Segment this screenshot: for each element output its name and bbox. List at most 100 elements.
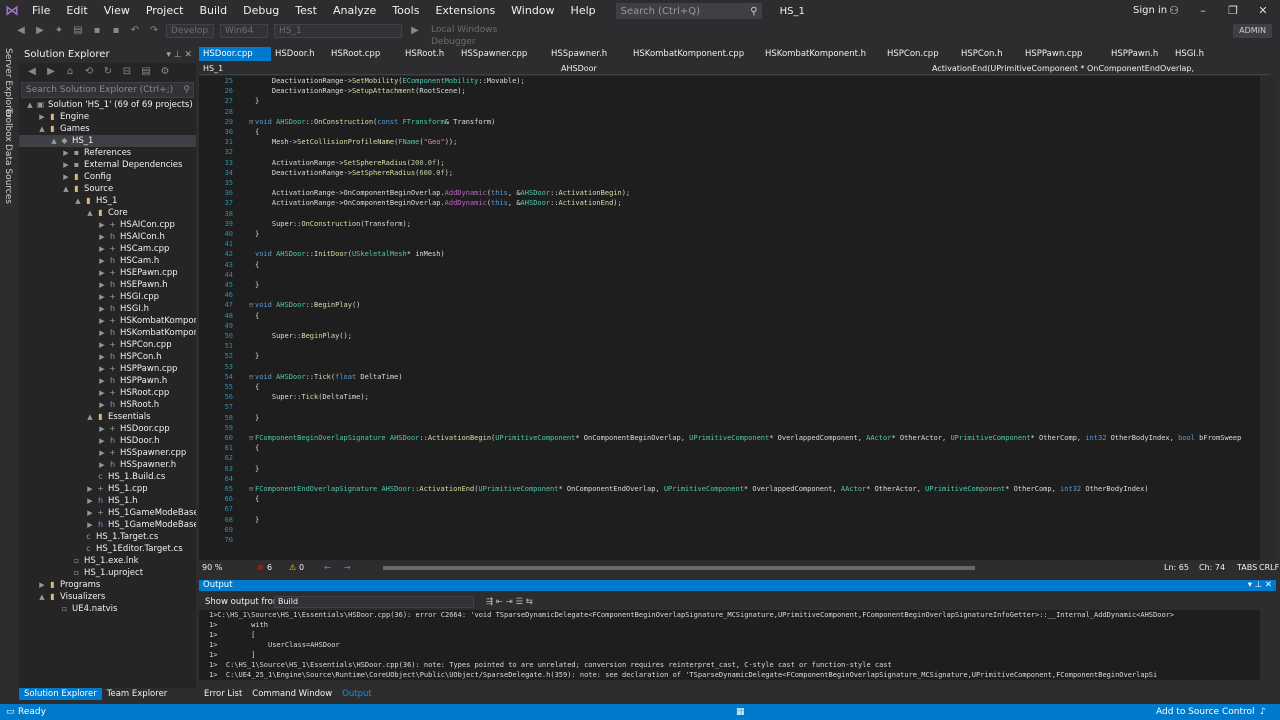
tree-item[interactable]: ▲ ▮ Essentials [19,411,196,423]
tab-solution-explorer[interactable]: Solution Explorer [19,688,102,700]
tree-expander-icon[interactable]: ▶ [97,423,107,435]
data-sources-tab[interactable]: Data Sources [3,144,13,204]
code-editor[interactable]: 25 DeactivationRange->SetMobility(ECompo… [199,76,1260,560]
tab-hsdoor-cpp[interactable]: HSDoor.cpp [199,47,271,61]
tabs-indicator[interactable]: TABS [1237,562,1257,574]
tree-item[interactable]: ▲ ▮ Core [19,207,196,219]
output-source-dropdown[interactable]: Build [274,596,474,608]
tree-expander-icon[interactable]: ▶ [85,519,95,531]
debugger-button[interactable]: Local Windows Debugger [427,24,527,47]
se-collapse-icon[interactable]: ⊟ [120,65,134,79]
tree-item[interactable]: ▶ h HS_1.h [19,495,196,507]
menu-window[interactable]: Window [503,0,562,22]
menu-edit[interactable]: Edit [58,0,95,22]
tree-expander-icon[interactable]: ▶ [37,111,47,123]
se-forward-icon[interactable]: ▶ [44,65,58,79]
tree-expander-icon[interactable]: ▶ [61,171,71,183]
tree-item[interactable]: ▶ + HSCam.cpp [19,243,196,255]
tree-item[interactable]: ▶ + HS_1.cpp [19,483,196,495]
tab-hsppawn-h[interactable]: HSPPawn.h [1107,47,1171,61]
tree-expander-icon[interactable]: ▶ [85,495,95,507]
tree-expander-icon[interactable]: ▶ [97,279,107,291]
warning-count[interactable]: 0 [299,562,304,574]
tree-expander-icon[interactable]: ▶ [97,219,107,231]
solution-explorer-search-input[interactable]: Search Solution Explorer (Ctrl+;) ⚲ [21,82,194,98]
fold-toggle-icon[interactable]: ⊟ [249,484,253,494]
tree-expander-icon[interactable]: ▲ [73,195,83,207]
tree-item[interactable]: ▫ HS_1.uproject [19,567,196,579]
tree-expander-icon[interactable]: ▶ [97,435,107,447]
menu-file[interactable]: File [24,0,58,22]
tree-expander-icon[interactable]: ▶ [97,327,107,339]
se-show-files-icon[interactable]: ▤ [139,65,153,79]
tree-item[interactable]: ▶ h HSDoor.h [19,435,196,447]
platform-dropdown[interactable]: Win64 [220,24,268,38]
tab-hspcon-cpp[interactable]: HSPCon.cpp [883,47,957,61]
tree-expander-icon[interactable]: ▶ [85,507,95,519]
tree-item[interactable]: ▶ ▮ Programs [19,579,196,591]
tree-expander-icon[interactable]: ▶ [37,579,47,591]
panel-pin-close-icons[interactable]: ▾ ⊥ ✕ [166,47,196,63]
tree-expander-icon[interactable]: ▶ [85,483,95,495]
tab-hsspawner-h[interactable]: HSSpawner.h [547,47,629,61]
tree-expander-icon[interactable]: ▶ [97,363,107,375]
tree-item[interactable]: ▲ ◆ HS_1 [19,135,196,147]
tree-expander-icon[interactable]: ▲ [85,207,95,219]
tree-expander-icon[interactable]: ▲ [61,183,71,195]
tree-item[interactable]: ▶ + HSEPawn.cpp [19,267,196,279]
redo-icon[interactable]: ↷ [147,24,161,38]
tree-item[interactable]: ▫ HS_1.exe.lnk [19,555,196,567]
open-icon[interactable]: ▤ [71,24,85,38]
nav-scope-dropdown[interactable]: AHSDoor [561,63,597,75]
tree-expander-icon[interactable]: ▶ [97,399,107,411]
tree-expander-icon[interactable]: ▲ [49,135,59,147]
menu-help[interactable]: Help [563,0,604,22]
tree-expander-icon[interactable]: ▶ [97,387,107,399]
se-sync-icon[interactable]: ⟲ [82,65,96,79]
tab-team-explorer[interactable]: Team Explorer [102,688,173,700]
tab-hsspawner-cpp[interactable]: HSSpawner.cpp [457,47,547,61]
tree-item[interactable]: ▲ ▮ HS_1 [19,195,196,207]
tree-expander-icon[interactable]: ▶ [97,303,107,315]
editor-vertical-scrollbar[interactable] [1262,76,1276,560]
tree-item[interactable]: ▶ + HSPPawn.cpp [19,363,196,375]
menu-build[interactable]: Build [191,0,235,22]
minimize-button[interactable]: – [1188,0,1218,22]
tree-item[interactable]: ▶ + HSRoot.cpp [19,387,196,399]
back-icon[interactable]: ◀ [14,24,28,38]
tree-item[interactable]: ▶ + HSSpawner.cpp [19,447,196,459]
notifications-icon[interactable]: ▦ [736,704,745,720]
tree-item[interactable]: ▶ ▮ Engine [19,111,196,123]
account-icon[interactable]: ⚇ [1159,0,1189,22]
tree-expander-icon[interactable]: ▶ [97,351,107,363]
tree-item[interactable]: ▶+ HSKombatKomponent [19,315,196,327]
tree-item[interactable]: ▲ ▮ Visualizers [19,591,196,603]
tree-item[interactable]: ▶ ▮ Config [19,171,196,183]
save-icon[interactable]: ▪ [90,24,104,38]
tree-item[interactable]: ▶ ▪ External Dependencies [19,159,196,171]
error-count[interactable]: 6 [267,562,272,574]
fold-toggle-icon[interactable]: ⊟ [249,117,253,127]
tree-expander-icon[interactable]: ▶ [97,447,107,459]
tab-hsgi-h[interactable]: HSGI.h [1171,47,1215,61]
restore-button[interactable]: ❐ [1218,0,1248,22]
se-properties-icon[interactable]: ⚙ [158,65,172,79]
menu-tools[interactable]: Tools [384,0,427,22]
tree-item[interactable]: ▶ + HSDoor.cpp [19,423,196,435]
fold-toggle-icon[interactable]: ⊟ [249,433,253,443]
tab-hskombatkomponent-cpp[interactable]: HSKombatKomponent.cpp [629,47,761,61]
tree-expander-icon[interactable]: ▶ [97,231,107,243]
tree-item[interactable]: ▶ h HSCam.h [19,255,196,267]
se-back-icon[interactable]: ◀ [25,65,39,79]
tree-item[interactable]: ▶ h HSAICon.h [19,231,196,243]
zoom-level[interactable]: 90 % [202,562,222,574]
tree-item[interactable]: ▶h HS_1GameModeBase.h [19,519,196,531]
new-project-icon[interactable]: ✦ [52,24,66,38]
tab-hskombatkomponent-h[interactable]: HSKombatKomponent.h [761,47,883,61]
tree-item[interactable]: ▲ ▮ Source [19,183,196,195]
tree-expander-icon[interactable]: ▶ [97,291,107,303]
tree-item[interactable]: ▫ UE4.natvis [19,603,196,615]
tree-item[interactable]: ▲ ▮ Games [19,123,196,135]
source-control-button[interactable]: Add to Source Control [1156,704,1255,720]
output-text-area[interactable]: 1>C:\HS_1\Source\HS_1\Essentials\HSDoor.… [199,610,1260,680]
